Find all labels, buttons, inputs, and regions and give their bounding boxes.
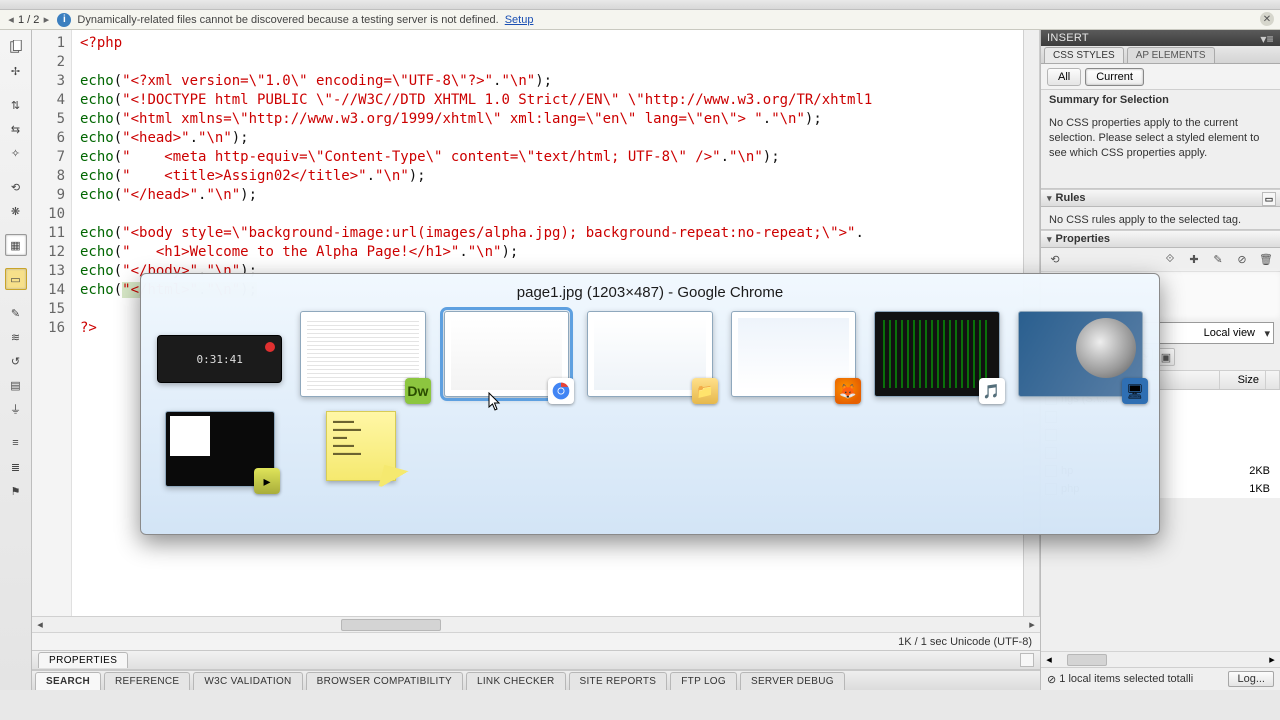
open-docs-icon[interactable] [5,36,27,58]
horizontal-scrollbar[interactable]: ◂▸ [32,616,1040,632]
balance-icon[interactable]: ✧ [5,142,27,164]
firefox-icon: 🦊 [835,378,861,404]
chrome-icon [548,378,574,404]
close-infobar-icon[interactable]: ✕ [1260,12,1274,26]
edit-rule-icon[interactable]: ✎ [1210,252,1226,268]
pager-text: 1 / 2 [18,14,39,26]
thumb-explorer[interactable]: 📁 [587,311,712,397]
log-button[interactable]: Log... [1228,671,1274,687]
recent-icon[interactable]: ↺ [5,350,27,372]
expand-icon[interactable]: ⇆ [5,118,27,140]
thumb-dreamweaver[interactable]: Dw [300,311,425,397]
rules-menu-icon[interactable]: ▭ [1262,192,1276,206]
format2-icon[interactable]: ≣ [5,456,27,478]
code-toolbar: ✢ ⇅ ⇆ ✧ ⟲ ❋ ▦ ▭ ✎ ≋ ↺ ▤ ⏚ ≡ ≣ ⚑ [0,30,32,690]
current-button[interactable]: Current [1085,68,1144,86]
monitor-icon: 🖥 [1122,378,1148,404]
syntax-color-icon[interactable]: ▦ [5,234,27,256]
prev-icon[interactable]: ◂ [6,15,16,25]
insert-panel-header[interactable]: INSERT▾≡ [1041,30,1280,46]
all-button[interactable]: All [1047,68,1081,86]
disable-icon[interactable]: ⊘ [1234,252,1250,268]
video-icon: ▸ [254,468,280,494]
results-tab[interactable]: BROWSER COMPATIBILITY [306,672,463,690]
highlight-icon[interactable]: ❋ [5,200,27,222]
pager[interactable]: ◂ 1 / 2 ▸ [6,14,51,26]
line-nums-icon[interactable]: ⟲ [5,176,27,198]
properties-bar: PROPERTIES [32,650,1040,670]
chevron-down-icon: ▾ [1264,327,1270,340]
tab-css-styles[interactable]: CSS STYLES [1044,47,1124,63]
tool-icon[interactable]: ✢ [5,60,27,82]
files-status: ⊘ 1 local items selected totalli Log... [1041,667,1280,690]
alt-tab-title: page1.jpg (1203×487) - Google Chrome [157,284,1143,301]
new-rule-icon[interactable]: ✚ [1186,252,1202,268]
rules-body: No CSS rules apply to the selected tag. [1041,207,1280,229]
info-message: Dynamically-related files cannot be disc… [77,14,498,26]
snippet-icon[interactable]: ≋ [5,326,27,348]
alt-tab-switcher[interactable]: page1.jpg (1203×487) - Google Chrome 0:3… [140,273,1160,535]
attach-icon[interactable]: ⟐ [1162,252,1178,268]
properties-tab[interactable]: PROPERTIES [38,652,128,668]
thumb-firefox[interactable]: 🦊 [731,311,856,397]
status-bar: 1K / 1 sec Unicode (UTF-8) [32,632,1040,650]
setup-link[interactable]: Setup [505,14,534,26]
results-tab[interactable]: SITE REPORTS [569,672,668,690]
thumb-audio[interactable]: 🎵 [874,311,999,397]
word-wrap-icon[interactable]: ▭ [5,268,27,290]
thumb-sticky-notes[interactable]: ▬▬▬▬▬▬▬▬▬▬▬▬▬▬▬▬ [326,411,396,481]
properties-iconrow: ⟲ ⟐ ✚ ✎ ⊘ 🗑 [1041,248,1280,272]
thumb-desktop[interactable]: 🖥 [1018,311,1143,397]
indent-icon[interactable]: ▤ [5,374,27,396]
related-files-infobar: ◂ 1 / 2 ▸ i Dynamically-related files ca… [0,10,1280,30]
summary-body: No CSS properties apply to the current s… [1041,110,1280,188]
trash-icon[interactable]: 🗑 [1258,252,1274,268]
summary-title: Summary for Selection [1041,90,1280,110]
dreamweaver-icon: Dw [405,378,431,404]
format-icon[interactable]: ≡ [5,432,27,454]
info-icon: i [57,13,71,27]
collapse-icon[interactable]: ⇅ [5,94,27,116]
panel-menu-icon[interactable]: ▾≡ [1260,32,1274,46]
next-icon[interactable]: ▸ [41,15,51,25]
results-tab[interactable]: SEARCH [35,672,101,690]
outdent-icon[interactable]: ⏚ [5,398,27,420]
results-tab[interactable]: SERVER DEBUG [740,672,845,690]
folder-icon: 📁 [692,378,718,404]
thumb-recorder[interactable]: 0:31:41 [157,335,282,383]
results-tab[interactable]: LINK CHECKER [466,672,566,690]
tab-ap-elements[interactable]: AP ELEMENTS [1127,47,1215,63]
options-icon[interactable]: ⚑ [5,480,27,502]
results-tabs: SEARCHREFERENCEW3C VALIDATIONBROWSER COM… [32,670,1040,690]
comment-icon[interactable]: ✎ [5,302,27,324]
sticky-peel-icon [379,465,412,493]
results-tab[interactable]: FTP LOG [670,672,737,690]
music-icon: 🎵 [979,378,1005,404]
rules-header[interactable]: ▾Rules▭ [1041,189,1280,207]
results-tab[interactable]: W3C VALIDATION [193,672,302,690]
results-tab[interactable]: REFERENCE [104,672,190,690]
thumb-chrome[interactable] [444,311,569,397]
record-icon [265,342,275,352]
line-gutter: 12345678910111213141516 [32,30,72,616]
properties-header[interactable]: ▾Properties [1041,230,1280,248]
css-panel-tabs: CSS STYLES AP ELEMENTS [1041,46,1280,64]
properties-menu-icon[interactable] [1020,653,1034,667]
link-icon[interactable]: ⟲ [1047,252,1063,268]
thumb-video[interactable]: ▸ [165,411,275,487]
files-hscroll[interactable]: ◂▸ [1041,651,1280,667]
